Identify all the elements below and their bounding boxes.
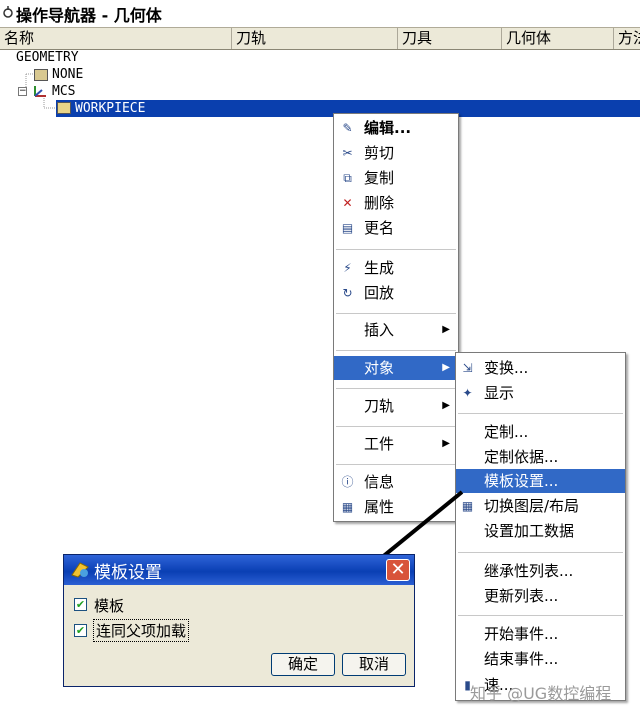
navigator-title-bar: 操作导航器 - 几何体 xyxy=(0,0,640,26)
submenu-item-transform[interactable]: ⇲ 变换... xyxy=(456,356,625,380)
context-menu: ✎ 编辑... ✂ 剪切 ⧉ 复制 ✕ 删除 ▤ 更名 ⚡ 生成 ↻ 回放 插入… xyxy=(333,113,459,522)
edit-icon: ✎ xyxy=(342,121,353,135)
submenu-arrow-icon: ▶ xyxy=(442,438,450,449)
menu-item-toolpath[interactable]: 刀轨 ▶ xyxy=(334,394,458,418)
menu-separator xyxy=(336,313,456,314)
menu-item-copy[interactable]: ⧉ 复制 xyxy=(334,166,458,190)
copy-icon: ⧉ xyxy=(343,171,352,185)
menu-separator xyxy=(458,615,623,616)
delete-icon: ✕ xyxy=(342,196,353,210)
load-with-parent-label: 连同父项加载 xyxy=(93,619,190,642)
column-method[interactable]: 方法 xyxy=(614,28,640,49)
tree-item-mcs[interactable]: MCS xyxy=(52,84,75,99)
submenu-item-end-event[interactable]: 结束事件... xyxy=(456,647,625,671)
submenu-item-customize-by[interactable]: 定制依据... xyxy=(456,445,625,469)
submenu-arrow-icon: ▶ xyxy=(442,362,450,373)
column-geometry[interactable]: 几何体 xyxy=(502,28,614,49)
menu-item-edit[interactable]: ✎ 编辑... xyxy=(334,116,458,140)
rename-icon: ▤ xyxy=(341,221,354,235)
menu-item-cut[interactable]: ✂ 剪切 xyxy=(334,141,458,165)
menu-item-workpiece[interactable]: 工件 ▶ xyxy=(334,432,458,456)
submenu-arrow-icon: ▶ xyxy=(442,400,450,411)
menu-separator xyxy=(336,464,456,465)
column-header-row: 名称 刀轨 刀具 几何体 方法 xyxy=(0,27,640,50)
menu-separator xyxy=(336,426,456,427)
replay-icon: ↻ xyxy=(342,286,353,300)
submenu-arrow-icon: ▶ xyxy=(442,324,450,335)
tree-item-none[interactable]: NONE xyxy=(52,67,83,82)
none-geometry-icon xyxy=(34,69,48,81)
menu-separator xyxy=(458,413,623,414)
cancel-button[interactable]: 取消 xyxy=(342,653,406,676)
menu-item-replay[interactable]: ↻ 回放 xyxy=(334,281,458,305)
watermark: 知乎 @UG数控编程 xyxy=(470,684,612,703)
cut-icon: ✂ xyxy=(342,146,353,160)
menu-separator xyxy=(336,388,456,389)
dialog-title-bar[interactable]: 模板设置 ✕ xyxy=(64,555,414,585)
close-icon[interactable]: ✕ xyxy=(386,559,410,581)
menu-item-object[interactable]: 对象 ▶ xyxy=(334,356,458,380)
template-checkbox[interactable]: ✔ xyxy=(74,598,87,611)
menu-separator xyxy=(336,249,456,250)
menu-item-delete[interactable]: ✕ 删除 xyxy=(334,191,458,215)
column-tool[interactable]: 刀具 xyxy=(398,28,502,49)
generate-icon: ⚡ xyxy=(343,261,352,275)
submenu-item-customize[interactable]: 定制... xyxy=(456,420,625,444)
ok-button[interactable]: 确定 xyxy=(271,653,335,676)
dialog-app-icon xyxy=(71,562,89,578)
column-name[interactable]: 名称 xyxy=(0,28,232,49)
load-with-parent-checkbox[interactable]: ✔ xyxy=(74,624,87,637)
tree-item-workpiece[interactable]: WORKPIECE xyxy=(75,101,145,116)
submenu-item-display[interactable]: ✦ 显示 xyxy=(456,381,625,405)
display-icon: ✦ xyxy=(462,386,473,400)
column-toolpath[interactable]: 刀轨 xyxy=(232,28,398,49)
template-settings-dialog: 模板设置 ✕ ✔ 模板 ✔ 连同父项加载 确定 取消 xyxy=(63,554,415,687)
navigator-icon xyxy=(3,6,13,18)
menu-item-generate[interactable]: ⚡ 生成 xyxy=(334,256,458,280)
template-checkbox-label: 模板 xyxy=(94,597,125,615)
submenu-item-start-event[interactable]: 开始事件... xyxy=(456,622,625,646)
mcs-icon xyxy=(34,86,46,97)
workpiece-icon xyxy=(57,102,71,114)
transform-icon: ⇲ xyxy=(462,361,473,375)
menu-item-rename[interactable]: ▤ 更名 xyxy=(334,216,458,240)
collapse-toggle[interactable]: − xyxy=(18,87,27,96)
menu-item-insert[interactable]: 插入 ▶ xyxy=(334,318,458,342)
tree-root-geometry[interactable]: GEOMETRY xyxy=(16,50,79,65)
navigator-title: 操作导航器 - 几何体 xyxy=(16,6,162,25)
dialog-title: 模板设置 xyxy=(94,563,162,583)
menu-separator xyxy=(336,350,456,351)
